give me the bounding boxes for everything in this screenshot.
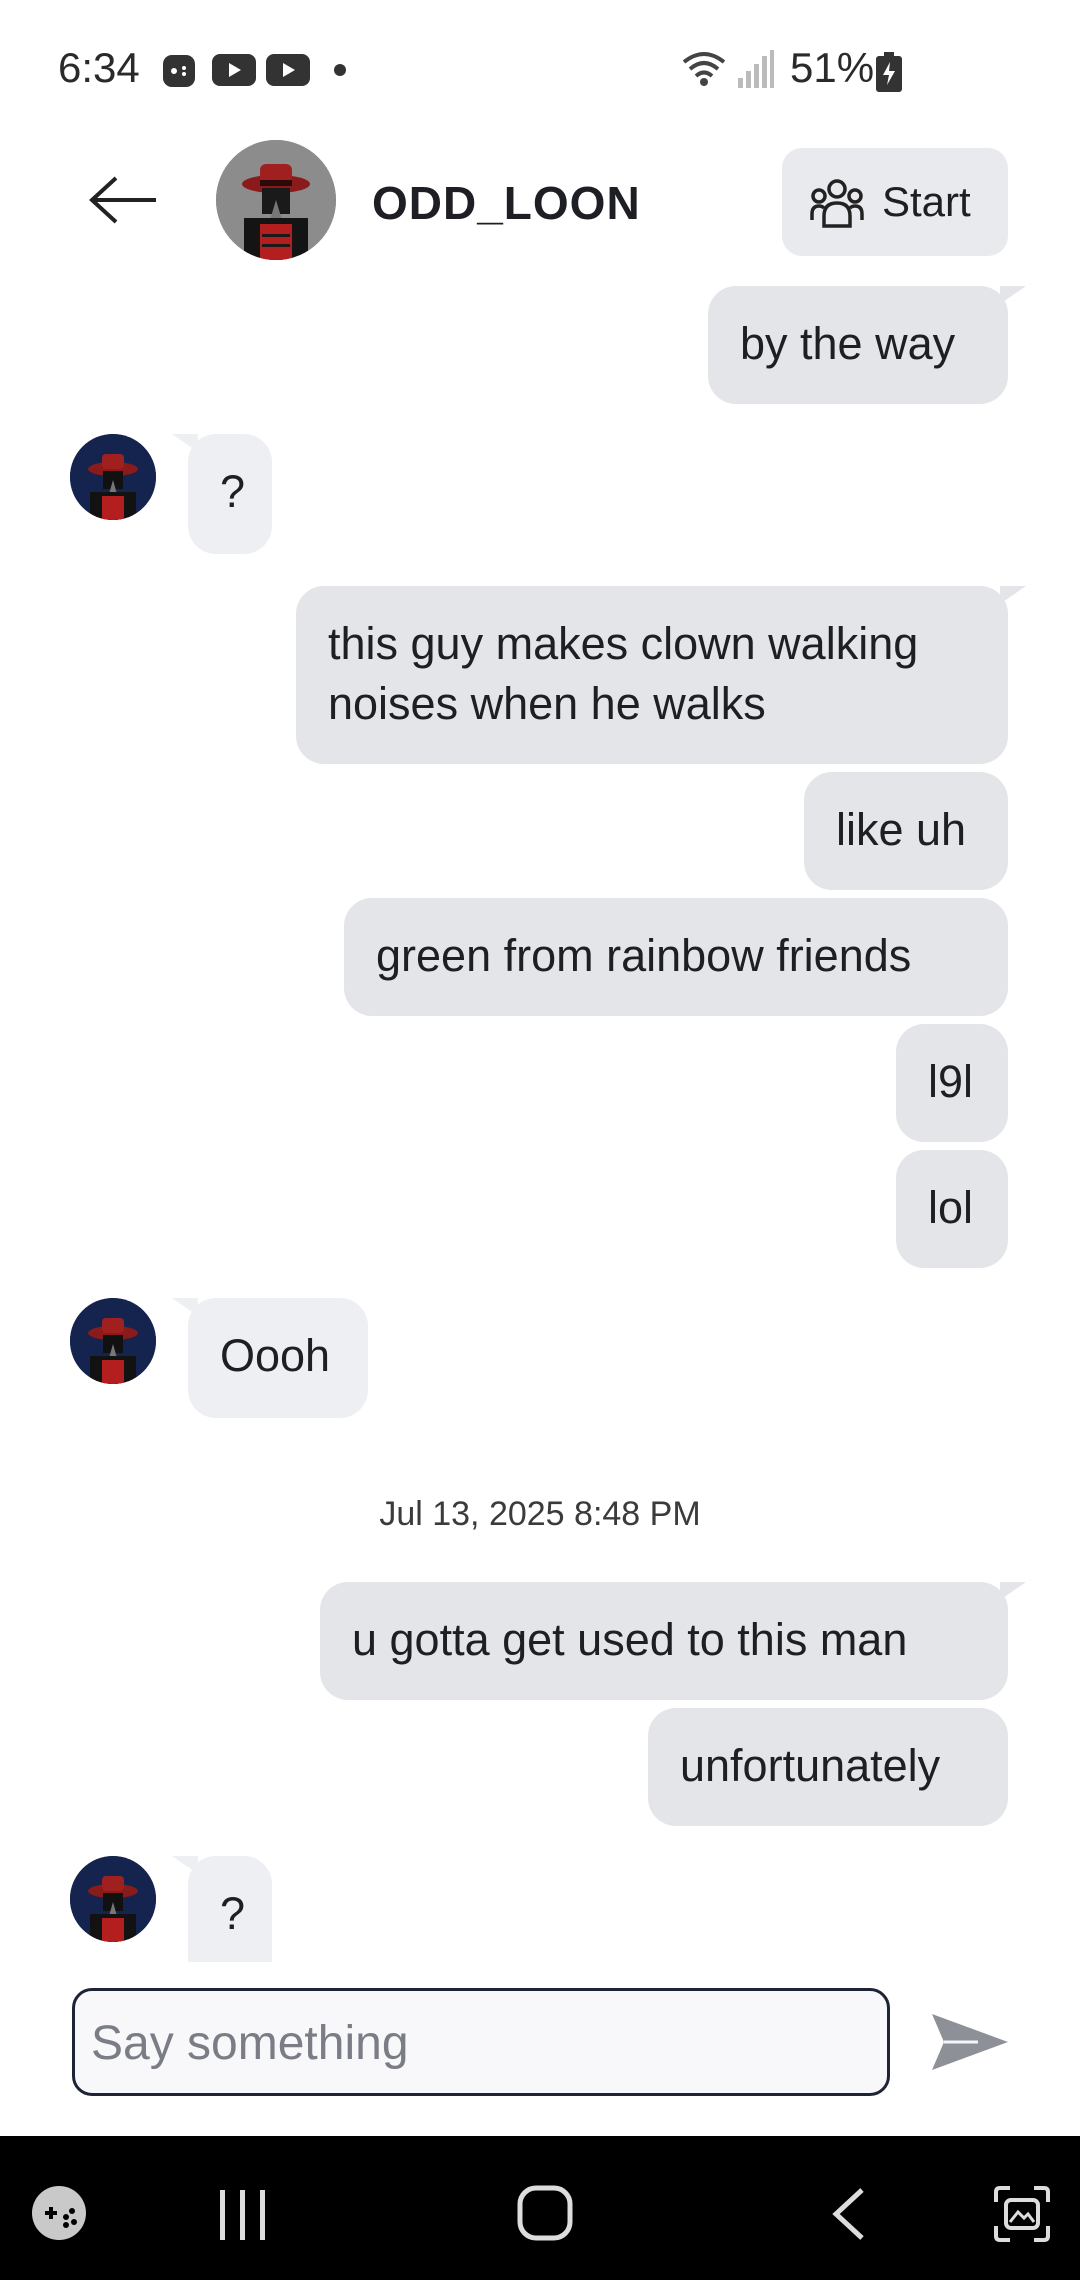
outgoing-message[interactable]: l9l: [896, 1024, 1008, 1142]
avatar[interactable]: [70, 1298, 156, 1384]
youtube-icon: [266, 54, 310, 91]
incoming-message[interactable]: ?: [188, 434, 272, 554]
message-text: like uh: [836, 804, 967, 855]
incoming-message[interactable]: Oooh: [188, 1298, 368, 1418]
date-separator: Jul 13, 2025 8:48 PM: [379, 1495, 701, 1533]
outgoing-message[interactable]: this guy makes clown walking noises when…: [296, 586, 1008, 764]
home-icon[interactable]: [516, 2184, 574, 2247]
message-text: green from rainbow friends: [376, 930, 912, 981]
contact-username[interactable]: ODD_LOON: [372, 176, 641, 230]
battery-charging-icon: [876, 52, 902, 97]
bubble-tail: [172, 1298, 198, 1316]
message-text: lol: [928, 1182, 974, 1233]
outgoing-message[interactable]: lol: [896, 1150, 1008, 1268]
outgoing-message[interactable]: by the way: [708, 286, 1008, 404]
message-composer: [72, 1988, 890, 2096]
message-text: unfortunately: [680, 1740, 941, 1791]
message-text: by the way: [740, 318, 956, 369]
bubble-tail: [172, 1856, 198, 1874]
incoming-message[interactable]: ?: [188, 1856, 272, 1962]
contact-avatar[interactable]: [216, 140, 336, 260]
start-button-label: Start: [882, 178, 971, 225]
bubble-tail: [172, 434, 198, 452]
avatar[interactable]: [70, 1856, 156, 1942]
game-launcher-icon[interactable]: [30, 2184, 88, 2247]
message-text: Oooh: [220, 1330, 331, 1381]
bubble-tail: [1000, 586, 1026, 604]
chat-header: ODD_LOON Start: [0, 140, 1080, 270]
send-icon[interactable]: [930, 2010, 1010, 2074]
status-bar: 6:34 51%: [0, 0, 1080, 140]
message-text: u gotta get used to this man: [352, 1614, 908, 1665]
status-time: 6:34: [58, 44, 140, 91]
start-button[interactable]: Start: [782, 148, 1008, 256]
system-nav-bar: [0, 2136, 1080, 2280]
message-text: this guy makes clown walking noises when…: [328, 618, 919, 729]
avatar[interactable]: [70, 434, 156, 520]
wifi-icon: [680, 48, 728, 93]
screen-capture-icon[interactable]: [992, 2184, 1052, 2249]
outgoing-message[interactable]: like uh: [804, 772, 1008, 890]
outgoing-message[interactable]: unfortunately: [648, 1708, 1008, 1826]
message-text: l9l: [928, 1056, 974, 1107]
signal-icon: [738, 50, 774, 93]
bubble-tail: [1000, 286, 1026, 304]
youtube-icon: [212, 54, 256, 91]
battery-percent: 51%: [790, 44, 875, 91]
game-controller-icon: [162, 54, 196, 93]
outgoing-message[interactable]: u gotta get used to this man: [320, 1582, 1008, 1700]
back-arrow-icon[interactable]: [88, 170, 160, 230]
recents-icon[interactable]: [216, 2188, 270, 2247]
outgoing-message[interactable]: green from rainbow friends: [344, 898, 1008, 1016]
bubble-tail: [1000, 1582, 1026, 1600]
message-input[interactable]: [89, 2011, 873, 2075]
message-text: ?: [220, 1888, 246, 1939]
dot-icon: [334, 64, 346, 76]
group-people-icon: [808, 176, 866, 233]
nav-back-icon[interactable]: [828, 2186, 868, 2247]
message-text: ?: [220, 466, 246, 517]
